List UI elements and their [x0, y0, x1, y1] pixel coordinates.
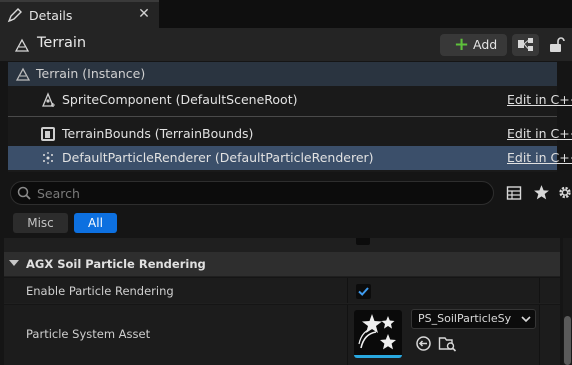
tree-item-label: Terrain (Instance)	[36, 66, 146, 81]
blueprint-hierarchy-icon	[518, 38, 533, 51]
add-label: Add	[473, 37, 498, 52]
tree-item-root[interactable]: Terrain (Instance)	[8, 62, 557, 86]
filter-all[interactable]: All	[74, 213, 117, 233]
bounds-component-icon	[41, 127, 55, 141]
tree-item-label: DefaultParticleRenderer (DefaultParticle…	[62, 150, 374, 165]
plus-icon: +	[454, 34, 470, 55]
details-scrollbar[interactable]	[563, 238, 572, 365]
asset-picker-value: PS_SoilParticleSy	[418, 312, 512, 325]
asset-type-bar	[354, 355, 402, 358]
chevron-down-icon	[521, 316, 531, 323]
tree-item-terrain-bounds[interactable]: TerrainBounds (TerrainBounds) Edit in C+…	[8, 122, 572, 146]
search-icon	[17, 186, 31, 200]
particle-renderer-icon	[43, 152, 53, 164]
tree-divider	[8, 116, 557, 117]
details-header: Terrain + Add	[0, 28, 572, 61]
add-component-button[interactable]: + Add	[440, 34, 507, 56]
tab-strip: Details ✕	[0, 0, 572, 28]
actor-icon	[14, 38, 30, 52]
edit-in-cpp-link[interactable]: Edit in C++	[507, 92, 572, 107]
use-selected-asset-icon[interactable]	[415, 335, 432, 352]
tree-item-sprite-component[interactable]: SpriteComponent (DefaultSceneRoot) Edit …	[8, 88, 572, 112]
column-divider	[539, 305, 540, 365]
category-header[interactable]: AGX Soil Particle Rendering	[4, 252, 560, 276]
column-divider	[539, 278, 540, 303]
details-panel: AGX Soil Particle Rendering Enable Parti…	[4, 238, 560, 365]
partial-checkbox[interactable]	[356, 238, 370, 245]
asset-thumbnail[interactable]	[354, 310, 402, 358]
tab-details[interactable]: Details ✕	[0, 0, 159, 28]
tree-item-particle-renderer[interactable]: DefaultParticleRenderer (DefaultParticle…	[8, 146, 572, 170]
pencil-note-icon	[7, 8, 22, 23]
component-tree: Terrain (Instance) SpriteComponent (Defa…	[8, 62, 572, 172]
property-row-particle-system-asset: Particle System Asset PS_SoilParticleSy	[4, 304, 560, 365]
property-label: Enable Particle Rendering	[26, 284, 174, 298]
enable-particle-rendering-checkbox[interactable]	[356, 284, 371, 299]
lock-button[interactable]	[545, 34, 567, 56]
filter-misc[interactable]: Misc	[13, 213, 68, 233]
asset-picker-combo[interactable]: PS_SoilParticleSy	[411, 309, 536, 329]
unlocked-padlock-icon	[550, 37, 565, 52]
edit-in-cpp-link[interactable]: Edit in C++	[507, 126, 572, 141]
actor-title: Terrain	[37, 35, 87, 51]
property-row-enable-particle-rendering: Enable Particle Rendering	[4, 277, 560, 303]
category-label: AGX Soil Particle Rendering	[26, 257, 206, 271]
search-input[interactable]	[37, 184, 477, 202]
browse-to-asset-icon[interactable]	[438, 335, 457, 352]
column-divider	[347, 278, 348, 303]
star-icon[interactable]	[533, 184, 550, 201]
sprite-component-icon	[42, 92, 55, 107]
property-label: Particle System Asset	[26, 327, 151, 341]
close-icon[interactable]: ✕	[137, 6, 151, 22]
column-divider	[347, 305, 348, 365]
tab-title: Details	[29, 8, 73, 23]
tree-item-label: TerrainBounds (TerrainBounds)	[62, 126, 254, 141]
blueprint-button[interactable]	[512, 34, 539, 56]
partial-property-row	[4, 238, 560, 251]
edit-in-cpp-link[interactable]: Edit in C++	[507, 150, 572, 165]
actor-icon	[15, 67, 31, 81]
scrollbar-thumb[interactable]	[564, 316, 571, 365]
checkmark-icon	[358, 287, 369, 296]
tree-item-label: SpriteComponent (DefaultSceneRoot)	[62, 92, 298, 107]
search-bar	[10, 181, 494, 205]
table-view-icon[interactable]	[506, 185, 522, 201]
chevron-down-icon	[9, 260, 19, 266]
gear-icon[interactable]	[557, 184, 572, 201]
particle-system-icon	[358, 314, 396, 350]
